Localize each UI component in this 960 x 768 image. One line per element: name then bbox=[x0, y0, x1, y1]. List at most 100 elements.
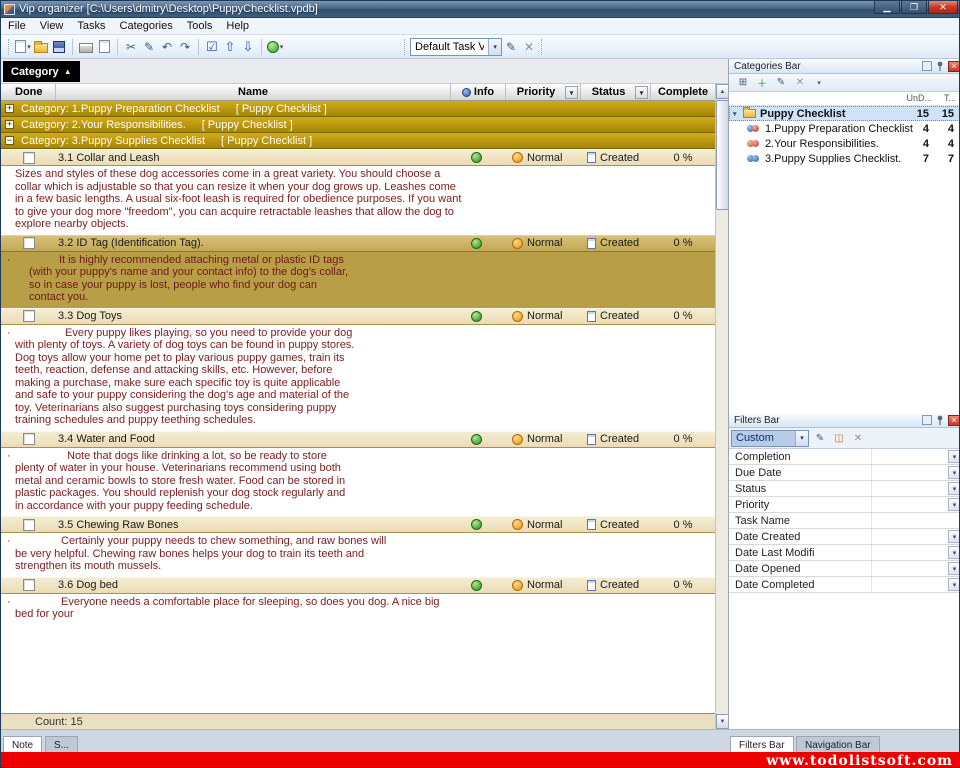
menu-view[interactable]: View bbox=[33, 19, 71, 33]
undo-icon[interactable]: ↶ bbox=[158, 38, 176, 56]
column-header-priority[interactable]: Priority▾ bbox=[506, 84, 581, 100]
task-name[interactable]: 3.5 Chewing Raw Bones bbox=[56, 519, 451, 531]
task-name[interactable]: 3.1 Collar and Leash bbox=[56, 152, 451, 164]
chevron-down-icon[interactable]: ▾ bbox=[948, 498, 960, 511]
tab-filters-bar[interactable]: Filters Bar bbox=[730, 736, 794, 753]
save-icon[interactable] bbox=[50, 38, 68, 56]
titlebar[interactable]: Vip organizer [C:\Users\dmitry\Desktop\P… bbox=[1, 1, 960, 18]
column-header-done[interactable]: Done bbox=[1, 84, 56, 100]
task-notes[interactable]: · Note that dogs like drinking a lot, so… bbox=[1, 448, 715, 517]
column-total[interactable]: T... bbox=[944, 93, 956, 103]
chevron-down-icon[interactable]: ▾ bbox=[948, 546, 960, 559]
collapse-toggle[interactable]: − bbox=[5, 136, 14, 145]
task-name[interactable]: 3.4 Water and Food bbox=[56, 433, 451, 445]
tree-item-preparation[interactable]: 1.Puppy Preparation Checklist 4 4 bbox=[729, 121, 960, 136]
pin-icon[interactable] bbox=[934, 60, 946, 72]
column-header-complete[interactable]: Complete bbox=[651, 84, 715, 100]
close-panel-icon[interactable]: × bbox=[948, 415, 960, 426]
filter-row-status[interactable]: Status▾ bbox=[729, 481, 960, 497]
task-name[interactable]: 3.3 Dog Toys bbox=[56, 310, 451, 322]
chevron-down-icon[interactable]: ▾ bbox=[948, 530, 960, 543]
task-notes[interactable]: Sizes and styles of these dog accessorie… bbox=[1, 166, 715, 235]
chevron-down-icon[interactable]: ▾ bbox=[948, 450, 960, 463]
done-checkbox[interactable] bbox=[23, 433, 35, 445]
task-row[interactable]: 3.5 Chewing Raw Bones Normal Created 0 % bbox=[1, 516, 715, 533]
filter-row-date-opened[interactable]: Date Opened▾ bbox=[729, 561, 960, 577]
delete-category-icon[interactable]: ✕ bbox=[792, 75, 808, 90]
tab-category-grouping[interactable]: Category ▲ bbox=[3, 61, 80, 82]
done-checkbox[interactable] bbox=[23, 579, 35, 591]
tree-item-supplies[interactable]: 3.Puppy Supplies Checklist. 7 7 bbox=[729, 151, 960, 166]
column-header-name[interactable]: Name bbox=[56, 84, 451, 100]
chevron-down-icon[interactable]: ▾ bbox=[948, 578, 960, 591]
status-filter-dropdown[interactable]: ▾ bbox=[635, 86, 648, 99]
task-notes[interactable]: · Every puppy likes playing, so you need… bbox=[1, 325, 715, 431]
chevron-down-icon[interactable]: ▾ bbox=[488, 39, 501, 55]
task-row[interactable]: 3.3 Dog Toys Normal Created 0 % bbox=[1, 308, 715, 325]
done-checkbox[interactable] bbox=[23, 519, 35, 531]
done-checkbox[interactable] bbox=[23, 152, 35, 164]
chevron-down-icon[interactable]: ▾ bbox=[948, 466, 960, 479]
new-task-icon[interactable]: ▾ bbox=[14, 38, 32, 56]
edit-filter-icon[interactable]: ✎ bbox=[812, 431, 828, 446]
column-undone[interactable]: UnD... bbox=[906, 93, 932, 103]
promo-banner[interactable]: www.todolistsoft.com bbox=[1, 752, 960, 768]
minimize-button[interactable]: ▁ bbox=[874, 1, 900, 14]
print-preview-icon[interactable] bbox=[95, 38, 113, 56]
task-name[interactable]: 3.6 Dog bed bbox=[56, 579, 451, 591]
column-header-info[interactable]: Info bbox=[451, 84, 506, 100]
menu-file[interactable]: File bbox=[1, 19, 33, 33]
menu-categories[interactable]: Categories bbox=[113, 19, 180, 33]
edit-icon[interactable]: ✎ bbox=[140, 38, 158, 56]
filter-row-priority[interactable]: Priority▾ bbox=[729, 497, 960, 513]
notes-icon[interactable] bbox=[471, 311, 482, 322]
tab-subtasks[interactable]: S... bbox=[45, 736, 78, 753]
cut-icon[interactable]: ✂ bbox=[122, 38, 140, 56]
notes-icon[interactable] bbox=[471, 152, 482, 163]
close-panel-icon[interactable]: × bbox=[948, 61, 960, 72]
chevron-down-icon[interactable]: ▾ bbox=[948, 482, 960, 495]
task-notes[interactable]: · Certainly your puppy needs to chew som… bbox=[1, 533, 715, 577]
edit-view-icon[interactable]: ✎ bbox=[502, 38, 520, 56]
notes-icon[interactable] bbox=[471, 580, 482, 591]
new-category-icon[interactable]: ＋ bbox=[754, 75, 770, 90]
task-row[interactable]: 3.4 Water and Food Normal Created 0 % bbox=[1, 431, 715, 448]
tree-column-headers[interactable]: UnD... T... bbox=[729, 92, 960, 106]
tree-collapse-icon[interactable]: ▾ bbox=[733, 110, 741, 118]
task-notes[interactable]: · Everyone needs a comfortable place for… bbox=[1, 594, 715, 625]
vertical-scrollbar[interactable]: ▲ ▼ bbox=[715, 84, 728, 729]
done-checkbox[interactable] bbox=[23, 310, 35, 322]
category-group-row-2[interactable]: + Category: 2.Your Responsibilities. [ P… bbox=[1, 117, 715, 133]
tab-note[interactable]: Note bbox=[3, 736, 42, 753]
tab-navigation-bar[interactable]: Navigation Bar bbox=[796, 736, 880, 753]
maximize-button[interactable]: ❐ bbox=[901, 1, 927, 14]
filter-preset-combo[interactable]: Custom ▾ bbox=[731, 430, 809, 447]
filter-row-due-date[interactable]: Due Date▾ bbox=[729, 465, 960, 481]
task-row[interactable]: 3.2 ID Tag (Identification Tag). Normal … bbox=[1, 235, 715, 252]
menu-help[interactable]: Help bbox=[219, 19, 256, 33]
filter-row-task-name[interactable]: Task Name bbox=[729, 513, 960, 529]
done-checkbox[interactable] bbox=[23, 237, 35, 249]
column-header-status[interactable]: Status▾ bbox=[581, 84, 651, 100]
undock-icon[interactable] bbox=[922, 415, 932, 425]
category-group-row-1[interactable]: + Category: 1.Puppy Preparation Checklis… bbox=[1, 101, 715, 117]
filter-row-date-last-modified[interactable]: Date Last Modifi▾ bbox=[729, 545, 960, 561]
category-group-row-3[interactable]: − Category: 3.Puppy Supplies Checklist [… bbox=[1, 133, 715, 149]
chevron-down-icon[interactable]: ▾ bbox=[795, 431, 808, 446]
move-up-icon[interactable]: ⇧ bbox=[221, 38, 239, 56]
expand-toggle[interactable]: + bbox=[5, 120, 14, 129]
filter-row-completion[interactable]: Completion▾ bbox=[729, 449, 960, 465]
task-row[interactable]: 3.6 Dog bed Normal Created 0 % bbox=[1, 577, 715, 594]
clear-filter-icon[interactable]: ◫ bbox=[831, 431, 847, 446]
remove-filter-icon[interactable]: ✕ bbox=[850, 431, 866, 446]
notes-icon[interactable] bbox=[471, 519, 482, 530]
task-view-combo[interactable]: Default Task V ▾ bbox=[410, 38, 502, 56]
chevron-down-icon[interactable]: ▾ bbox=[948, 562, 960, 575]
clear-view-icon[interactable]: ✕ bbox=[520, 38, 538, 56]
pin-icon[interactable] bbox=[934, 414, 946, 426]
notes-icon[interactable] bbox=[471, 434, 482, 445]
redo-icon[interactable]: ↷ bbox=[176, 38, 194, 56]
expand-toggle[interactable]: + bbox=[5, 104, 14, 113]
banner-url[interactable]: www.todolistsoft.com bbox=[766, 753, 953, 768]
tree-item-puppy-checklist[interactable]: ▾ Puppy Checklist 15 15 bbox=[729, 106, 960, 121]
